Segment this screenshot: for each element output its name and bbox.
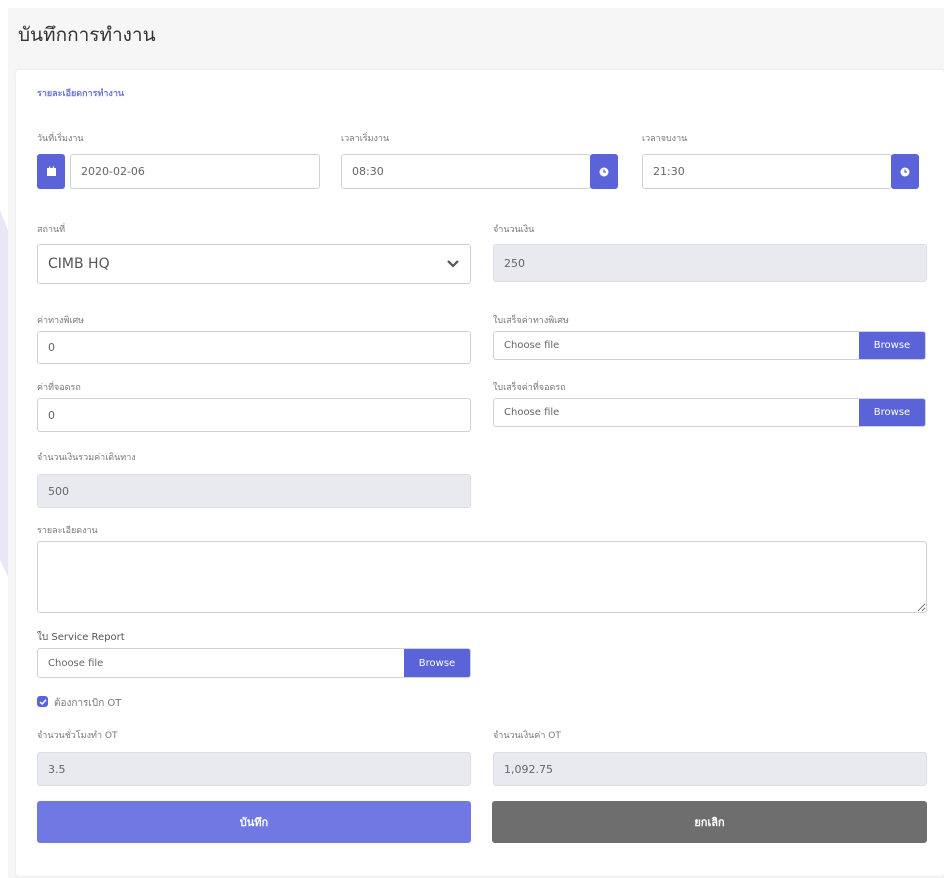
special-travel-receipt-label: ใบเสร็จค่าทางพิเศษ	[493, 316, 569, 326]
ot-checkbox-label: ต้องการเบิก OT	[54, 698, 122, 709]
start-time-clock-button[interactable]	[590, 154, 618, 189]
parking-receipt-file[interactable]: Choose file Browse	[493, 398, 926, 427]
end-time-clock-button[interactable]	[891, 154, 919, 189]
clock-icon	[599, 167, 609, 176]
calendar-icon	[46, 166, 56, 176]
start-time-label: เวลาเริ่มงาน	[341, 134, 390, 144]
service-report-file[interactable]: Choose file Browse	[37, 648, 471, 678]
service-report-label: ใบ Service Report	[37, 632, 125, 643]
end-time-label: เวลาจบงาน	[642, 134, 688, 144]
amount-label: จำนวนเงิน	[493, 225, 535, 235]
ot-amount-label: จำนวนเงินค่า OT	[493, 731, 561, 741]
section-title: รายละเอียดการทำงาน	[37, 89, 125, 99]
total-travel-input: 500	[37, 474, 471, 508]
amount-input: 250	[493, 244, 927, 282]
ot-checkbox[interactable]	[37, 696, 48, 707]
ot-hours-label: จำนวนชั่วโมงทำ OT	[37, 731, 118, 741]
parking-receipt-label: ใบเสร็จค่าที่จอดรถ	[493, 383, 566, 393]
end-time-input[interactable]: 21:30	[642, 154, 892, 189]
browse-button[interactable]: Browse	[859, 399, 925, 426]
browse-button[interactable]: Browse	[404, 649, 470, 677]
special-travel-label: ค่าทางพิเศษ	[37, 316, 85, 326]
total-travel-label: จำนวนเงินรวมค่าเดินทาง	[37, 453, 136, 463]
ot-amount-input: 1,092.75	[493, 752, 927, 786]
start-time-input[interactable]: 08:30	[341, 154, 591, 189]
checkmark-icon	[38, 698, 47, 705]
location-select[interactable]: CIMB HQ	[37, 244, 471, 284]
calendar-button[interactable]	[37, 154, 65, 189]
file-placeholder: Choose file	[48, 657, 104, 669]
chevron-down-icon	[447, 260, 459, 268]
special-travel-input[interactable]: 0	[37, 331, 471, 364]
file-placeholder: Choose file	[504, 340, 560, 351]
page-title: บันทึกการทำงาน	[18, 24, 156, 46]
start-date-input[interactable]: 2020-02-06	[70, 154, 320, 189]
start-date-label: วันที่เริ่มงาน	[37, 134, 84, 144]
work-detail-textarea[interactable]	[37, 541, 927, 613]
ot-hours-input: 3.5	[37, 752, 471, 786]
save-button[interactable]: บันทึก	[37, 801, 471, 843]
browse-button[interactable]: Browse	[859, 332, 925, 359]
work-detail-label: รายละเอียดงาน	[37, 526, 98, 536]
parking-label: ค่าที่จอดรถ	[37, 383, 81, 393]
clock-icon	[900, 167, 910, 176]
location-selected-value: CIMB HQ	[48, 256, 110, 272]
location-label: สถานที่	[37, 225, 66, 235]
parking-input[interactable]: 0	[37, 398, 471, 432]
cancel-button[interactable]: ยกเลิก	[492, 801, 927, 843]
special-travel-receipt-file[interactable]: Choose file Browse	[493, 331, 926, 360]
file-placeholder: Choose file	[504, 407, 560, 418]
